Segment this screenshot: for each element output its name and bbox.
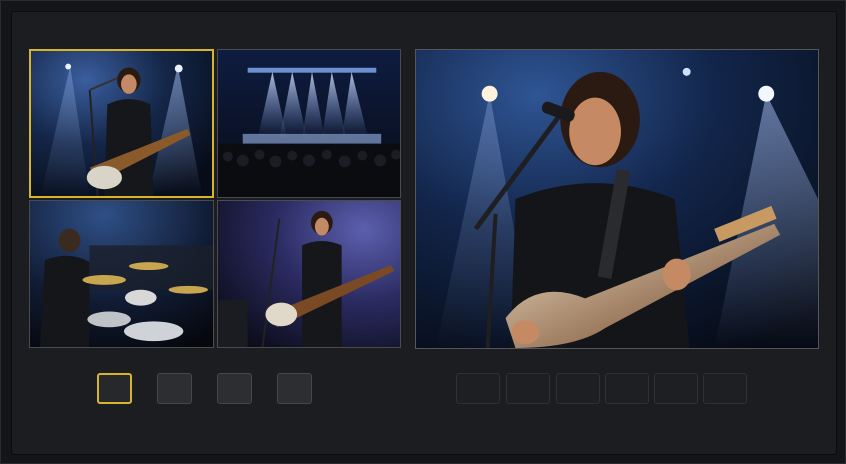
preset-slot-6[interactable] xyxy=(703,373,747,404)
source-tile-1[interactable] xyxy=(29,49,214,198)
preset-slot-1[interactable] xyxy=(456,373,500,404)
program-output xyxy=(415,49,819,349)
source-button-3[interactable] xyxy=(217,373,252,404)
preset-slot-3[interactable] xyxy=(556,373,600,404)
stage-crowd-image xyxy=(218,50,400,197)
source-tile-3[interactable] xyxy=(29,200,214,348)
bassist-image xyxy=(218,201,400,347)
source-button-1[interactable] xyxy=(97,373,132,404)
preset-slot-5[interactable] xyxy=(654,373,698,404)
source-tile-4[interactable] xyxy=(217,200,401,348)
guitarist-closeup-image xyxy=(416,50,818,348)
source-tile-2[interactable] xyxy=(217,49,401,198)
source-button-4[interactable] xyxy=(277,373,312,404)
preset-slot-4[interactable] xyxy=(605,373,649,404)
drummer-image xyxy=(30,201,213,347)
switcher-frame xyxy=(0,0,846,464)
guitarist-image xyxy=(31,51,212,196)
source-button-2[interactable] xyxy=(157,373,192,404)
preset-slot-2[interactable] xyxy=(506,373,550,404)
